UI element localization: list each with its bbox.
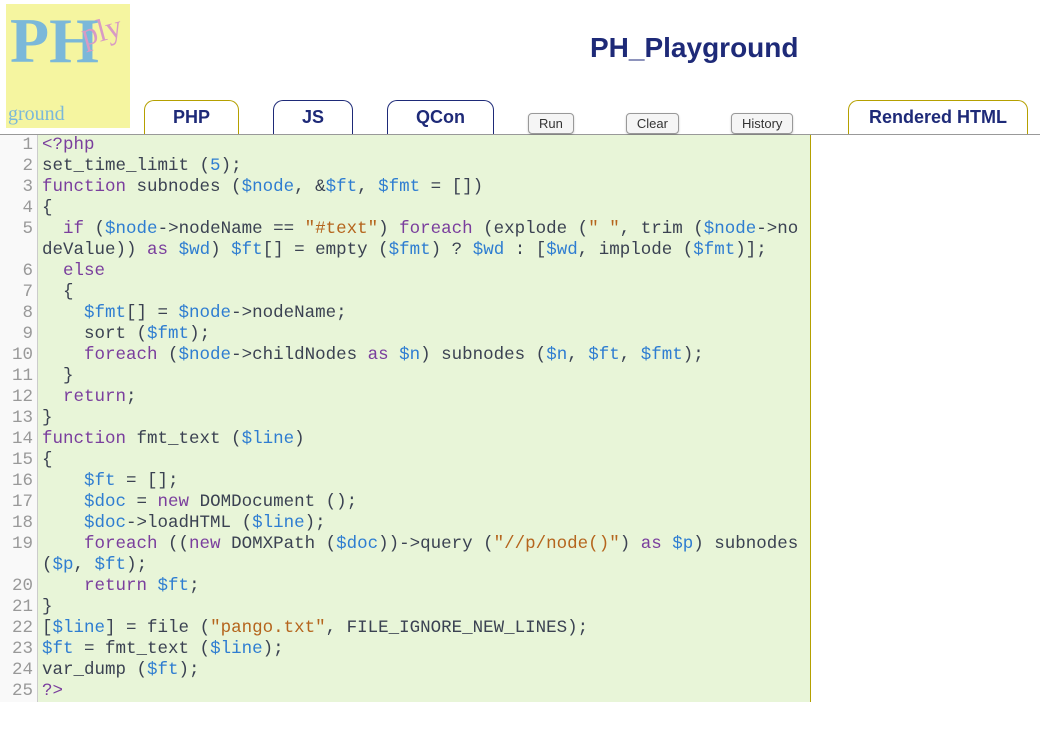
line-number: 21 — [0, 597, 38, 618]
line-number: 1 — [0, 135, 38, 156]
line-number: 17 — [0, 492, 38, 513]
tab-rendered-html[interactable]: Rendered HTML — [848, 100, 1028, 134]
tab-qcon[interactable]: QCon — [387, 100, 494, 134]
code-line[interactable]: 6 else — [0, 261, 810, 282]
code-line[interactable]: 13} — [0, 408, 810, 429]
tabs-row: PHP JS QCon Run Clear History Rendered H… — [0, 100, 1040, 134]
rendered-html-panel — [810, 135, 1040, 702]
tab-js[interactable]: JS — [273, 100, 353, 134]
code-line[interactable]: 11 } — [0, 366, 810, 387]
line-number: 8 — [0, 303, 38, 324]
code-line[interactable]: 14function fmt_text ($line) — [0, 429, 810, 450]
clear-button[interactable]: Clear — [626, 113, 679, 134]
code-line[interactable]: 8 $fmt[] = $node->nodeName; — [0, 303, 810, 324]
code-line[interactable]: 12 return; — [0, 387, 810, 408]
line-number: 6 — [0, 261, 38, 282]
code-line[interactable]: 18 $doc->loadHTML ($line); — [0, 513, 810, 534]
code-line[interactable]: 17 $doc = new DOMDocument (); — [0, 492, 810, 513]
line-number: 4 — [0, 198, 38, 219]
line-number: 16 — [0, 471, 38, 492]
code-line[interactable]: 1<?php — [0, 135, 810, 156]
line-number: 13 — [0, 408, 38, 429]
code-line[interactable]: 7 { — [0, 282, 810, 303]
tab-php[interactable]: PHP — [144, 100, 239, 134]
line-number: 18 — [0, 513, 38, 534]
code-line[interactable]: 24var_dump ($ft); — [0, 660, 810, 681]
run-button[interactable]: Run — [528, 113, 574, 134]
line-number: 12 — [0, 387, 38, 408]
code-line[interactable]: 19 foreach ((new DOMXPath ($doc))->query… — [0, 534, 810, 576]
code-line[interactable]: 9 sort ($fmt); — [0, 324, 810, 345]
line-number: 5 — [0, 219, 38, 261]
line-number: 15 — [0, 450, 38, 471]
line-number: 2 — [0, 156, 38, 177]
line-number: 9 — [0, 324, 38, 345]
line-number: 23 — [0, 639, 38, 660]
line-number: 24 — [0, 660, 38, 681]
code-line[interactable]: 3function subnodes ($node, &$ft, $fmt = … — [0, 177, 810, 198]
line-number: 10 — [0, 345, 38, 366]
line-number: 7 — [0, 282, 38, 303]
code-line[interactable]: 2set_time_limit (5); — [0, 156, 810, 177]
line-number: 11 — [0, 366, 38, 387]
line-number: 3 — [0, 177, 38, 198]
line-number: 19 — [0, 534, 38, 576]
code-line[interactable]: 5 if ($node->nodeName == "#text") foreac… — [0, 219, 810, 261]
line-number: 25 — [0, 681, 38, 702]
code-line[interactable]: 15{ — [0, 450, 810, 471]
page-title: PH_Playground — [590, 32, 798, 64]
line-number: 22 — [0, 618, 38, 639]
code-line[interactable]: 22[$line] = file ("pango.txt", FILE_IGNO… — [0, 618, 810, 639]
code-line[interactable]: 4{ — [0, 198, 810, 219]
code-line[interactable]: 23$ft = fmt_text ($line); — [0, 639, 810, 660]
code-editor[interactable]: 1<?php2set_time_limit (5);3function subn… — [0, 135, 810, 702]
code-line[interactable]: 10 foreach ($node->childNodes as $n) sub… — [0, 345, 810, 366]
code-line[interactable]: 20 return $ft; — [0, 576, 810, 597]
history-button[interactable]: History — [731, 113, 793, 134]
code-line[interactable]: 21} — [0, 597, 810, 618]
line-number: 14 — [0, 429, 38, 450]
code-line[interactable]: 25?> — [0, 681, 810, 702]
line-number: 20 — [0, 576, 38, 597]
code-line[interactable]: 16 $ft = []; — [0, 471, 810, 492]
